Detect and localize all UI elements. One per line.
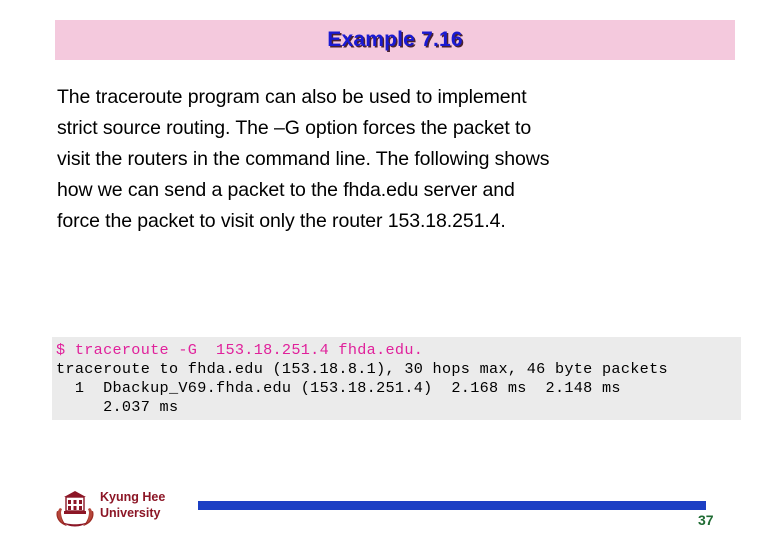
page-title: Example 7.16 (327, 28, 463, 51)
footer-org-line2: University (100, 506, 161, 520)
code-line-output: 2.037 ms (56, 398, 179, 416)
body-line: The traceroute program can also be used … (57, 86, 527, 108)
kyung-hee-university-emblem-icon (54, 489, 96, 529)
footer-org-line1: Kyung Hee (100, 490, 166, 504)
footer-organization-name: Kyung Hee University (100, 489, 165, 521)
code-block-inner: $ traceroute -G 153.18.251.4 fhda.edu. t… (52, 337, 741, 417)
code-line-output: 1 Dbackup_V69.fhda.edu (153.18.251.4) 2.… (56, 379, 621, 397)
slide-canvas: Example 7.16 The traceroute program can … (0, 0, 780, 540)
page-number: 37 (698, 512, 714, 528)
body-line: force the packet to visit only the route… (57, 210, 506, 232)
footer-divider-bar (198, 501, 706, 510)
body-paragraph: The traceroute program can also be used … (57, 82, 727, 237)
code-block: $ traceroute -G 153.18.251.4 fhda.edu. t… (52, 337, 741, 420)
title-banner: Example 7.16 (55, 20, 735, 60)
code-line-command: $ traceroute -G 153.18.251.4 fhda.edu. (56, 341, 424, 359)
body-line: strict source routing. The –G option for… (57, 117, 532, 139)
body-line: how we can send a packet to the fhda.edu… (57, 179, 515, 201)
code-line-output: traceroute to fhda.edu (153.18.8.1), 30 … (56, 360, 668, 378)
body-line: visit the routers in the command line. T… (57, 148, 550, 170)
